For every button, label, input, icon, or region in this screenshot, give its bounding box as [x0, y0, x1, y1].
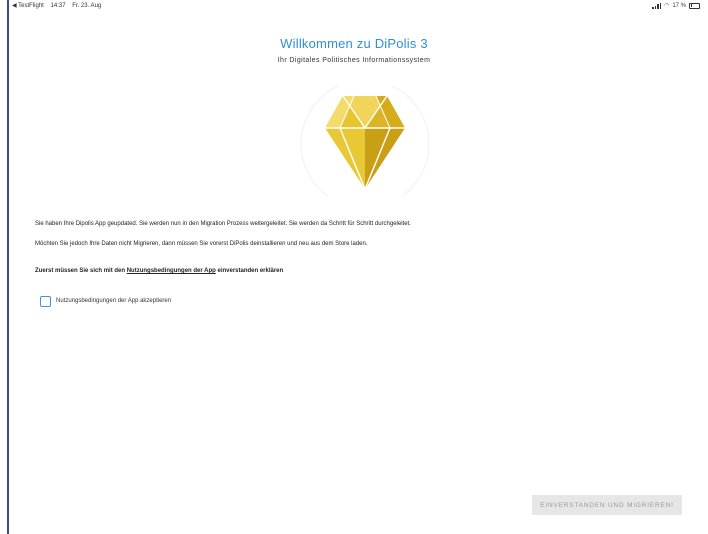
welcome-title: Willkommen zu DiPolis 3 [280, 36, 428, 51]
status-time: 14:37 [50, 3, 66, 9]
terms-instruction: Zuerst müssen Sie sich mit den Nutzungsb… [35, 268, 283, 274]
back-to-testflight-link[interactable]: ◀ TestFlight [12, 3, 44, 9]
diamond-logo-icon [300, 86, 430, 196]
welcome-subtitle: Ihr Digitales Politisches Informationssy… [277, 57, 431, 64]
window-left-edge [7, 0, 9, 534]
accept-terms-label[interactable]: Nutzungsbedingungen der App akzeptieren [56, 298, 171, 304]
terms-link[interactable]: Nutzungsbedingungen der App [127, 268, 216, 274]
status-bar: ◀ TestFlight 14:37 Fr. 23. Aug ◠ 17 % [12, 2, 700, 12]
battery-icon [689, 2, 700, 9]
status-date: Fr. 23. Aug [72, 3, 102, 9]
terms-suffix: einverstanden erklären [215, 268, 284, 274]
status-right: ◠ 17 % [652, 2, 700, 9]
migration-info-text: Sie haben Ihre Dipolis App geupdated. Si… [35, 221, 411, 227]
status-left: ◀ TestFlight 14:37 Fr. 23. Aug [12, 2, 106, 9]
agree-and-migrate-button[interactable]: EINVERSTANDEN UND MIGRIEREN! [532, 495, 682, 515]
battery-percentage: 17 % [672, 2, 686, 9]
cellular-signal-icon [652, 2, 662, 9]
accept-terms-checkbox[interactable] [40, 295, 51, 307]
uninstall-info-text: Möchten Sie jedoch Ihre Daten nicht Migr… [35, 241, 368, 247]
wifi-icon: ◠ [664, 3, 670, 9]
terms-prefix: Zuerst müssen Sie sich mit den [35, 268, 127, 274]
accept-terms-row[interactable]: Nutzungsbedingungen der App akzeptieren [40, 295, 171, 307]
